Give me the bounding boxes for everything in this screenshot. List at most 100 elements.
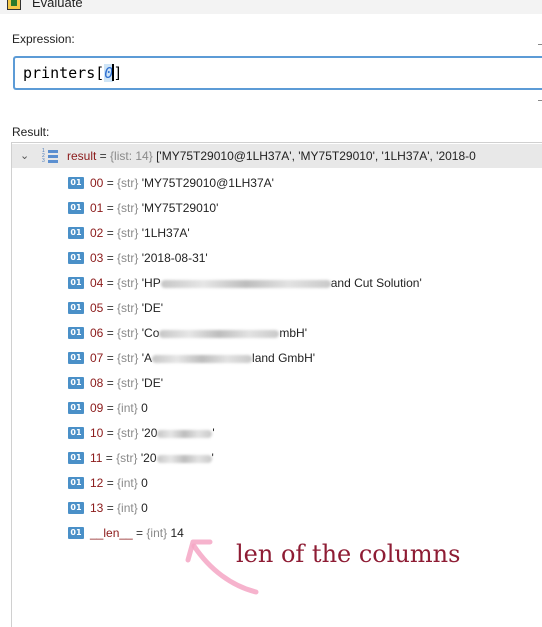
tree-item-row[interactable]: 01 04 = {str} 'HP and Cut Solution' [12, 272, 542, 297]
variable-badge-icon: 01 [68, 202, 84, 214]
tree-item-text: 13 = {int} 0 [90, 501, 148, 515]
tree-item-text: 01 = {str} 'MY75T29010' [90, 201, 219, 215]
variable-type: {int} [146, 526, 168, 540]
variable-type: {str} [117, 201, 139, 215]
tree-item-row[interactable]: 01 09 = {int} 0 [12, 397, 542, 422]
variable-value-tail: ' [212, 426, 215, 440]
redacted-text [159, 329, 280, 338]
variable-badge-icon: 01 [68, 502, 84, 514]
redacted-text [157, 429, 213, 438]
variable-name: 00 [90, 176, 104, 190]
variable-type: {int} [117, 476, 138, 490]
variable-badge-icon: 01 [68, 177, 84, 189]
result-label: Result: [12, 125, 50, 139]
tree-item-text: 02 = {str} '1LH37A' [90, 226, 190, 240]
variable-type: {list: 14} [110, 149, 153, 163]
redacted-text [156, 454, 212, 463]
tree-item-row[interactable]: 01 10 = {str} '20 ' [12, 422, 542, 447]
variable-badge-icon: 01 [68, 427, 84, 439]
annotation-text: len of the columns [236, 540, 461, 568]
tree-item-row[interactable]: 01 13 = {int} 0 [12, 497, 542, 522]
tree-item-text: 04 = {str} 'HP and Cut Solution' [90, 276, 422, 290]
variable-type: {int} [117, 401, 138, 415]
tree-item-text: 05 = {str} 'DE' [90, 301, 164, 315]
redacted-text [152, 354, 253, 363]
variable-badge-icon: 01 [68, 252, 84, 264]
variable-type: {str} [117, 326, 139, 340]
title-bar: Evaluate [0, 0, 542, 14]
variable-value-tail: land GmbH' [252, 351, 316, 365]
variable-name: 08 [90, 376, 104, 390]
variable-name: result [67, 149, 97, 163]
variable-badge-icon: 01 [68, 352, 84, 364]
variable-value-tail: and Cut Solution' [330, 276, 422, 290]
tree-item-text: 06 = {str} 'Co mbH' [90, 326, 308, 340]
variable-name: 12 [90, 476, 104, 490]
variable-name: 02 [90, 226, 104, 240]
tree-item-text: 08 = {str} 'DE' [90, 376, 164, 390]
tree-item-text: 10 = {str} '20 ' [90, 426, 215, 440]
redacted-text [160, 279, 331, 288]
tree-item-row[interactable]: 01 11 = {str} '20 ' [12, 447, 542, 472]
tree-item-row[interactable]: 01 02 = {str} '1LH37A' [12, 222, 542, 247]
variable-type: {str} [117, 426, 139, 440]
variable-badge-icon: 01 [68, 377, 84, 389]
variable-value: ['MY75T29010@1LH37A', 'MY75T29010', '1LH… [152, 149, 476, 163]
variable-badge-icon: 01 [68, 227, 84, 239]
tree-item-row[interactable]: 01 06 = {str} 'Co mbH' [12, 322, 542, 347]
variable-badge-icon: 01 [68, 527, 84, 539]
variable-name: 03 [90, 251, 104, 265]
variable-badge-icon: 01 [68, 327, 84, 339]
variable-type: {str} [117, 276, 139, 290]
chevron-down-icon[interactable]: ⌄ [20, 149, 29, 162]
variable-value: 0 [141, 476, 148, 490]
variable-type: {int} [117, 501, 138, 515]
tree-item-row[interactable]: 01 08 = {str} 'DE' [12, 372, 542, 397]
variable-value: 'MY75T29010' [141, 201, 219, 215]
variable-name: __len__ [90, 526, 133, 540]
variable-name: 13 [90, 501, 104, 515]
expression-text[interactable]: printers[0] [23, 64, 122, 82]
tree-item-row[interactable]: 01 07 = {str} 'A land GmbH' [12, 347, 542, 372]
window-title: Evaluate [32, 0, 83, 10]
expression-label: Expression: [12, 32, 75, 46]
variable-name: 05 [90, 301, 104, 315]
tree-item-row[interactable]: 01 00 = {str} 'MY75T29010@1LH37A' [12, 172, 542, 197]
tree-item-row[interactable]: 01 05 = {str} 'DE' [12, 297, 542, 322]
variable-type: {str} [117, 351, 139, 365]
result-root-text: result = {list: 14} ['MY75T29010@1LH37A'… [67, 149, 476, 163]
tree-item-row[interactable]: 01 12 = {int} 0 [12, 472, 542, 497]
variable-value: 'DE' [141, 376, 164, 390]
variable-value: 'A [141, 351, 153, 365]
variable-type: {str} [117, 376, 139, 390]
variable-badge-icon: 01 [68, 477, 84, 489]
variable-name: 09 [90, 401, 104, 415]
tree-item-row[interactable]: 01 03 = {str} '2018-08-31' [12, 247, 542, 272]
variable-type: {str} [117, 226, 139, 240]
expression-prefix: printers[ [23, 64, 105, 82]
variable-value: '20 [140, 451, 157, 465]
expression-input[interactable]: printers[0] [13, 56, 542, 90]
tree-item-text: 07 = {str} 'A land GmbH' [90, 351, 316, 365]
variable-name: 01 [90, 201, 104, 215]
result-root-row[interactable]: ⌄ 1 2 3 result = {list: 14} ['MY75T29010… [12, 144, 542, 168]
variable-type: {str} [117, 176, 139, 190]
variable-name: 07 [90, 351, 104, 365]
variable-value: 'HP [141, 276, 161, 290]
tree-item-text: 12 = {int} 0 [90, 476, 148, 490]
variable-badge-icon: 01 [68, 302, 84, 314]
tree-item-text: __len__ = {int} 14 [90, 526, 184, 540]
variable-value: 'MY75T29010@1LH37A' [141, 176, 274, 190]
variable-name: 11 [90, 451, 103, 465]
tree-item-text: 00 = {str} 'MY75T29010@1LH37A' [90, 176, 274, 190]
tree-item-text: 09 = {int} 0 [90, 401, 148, 415]
variable-value: 0 [141, 401, 148, 415]
variable-value-tail: mbH' [279, 326, 308, 340]
divider [538, 100, 542, 101]
expression-suffix: ] [113, 64, 123, 82]
variable-type: {str} [117, 251, 139, 265]
variable-name: 04 [90, 276, 104, 290]
divider [538, 44, 542, 45]
app-icon [7, 0, 21, 10]
tree-item-row[interactable]: 01 01 = {str} 'MY75T29010' [12, 197, 542, 222]
